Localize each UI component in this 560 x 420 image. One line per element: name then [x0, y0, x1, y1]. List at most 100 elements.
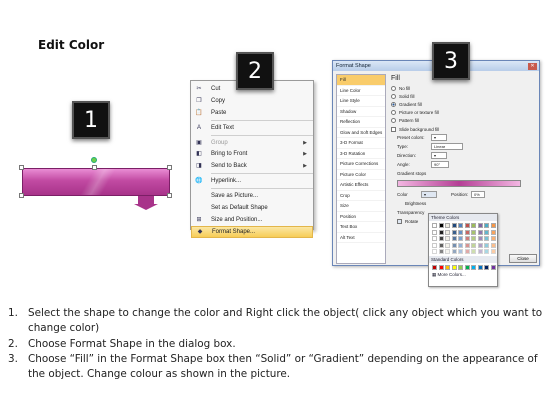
- color-swatch[interactable]: [451, 236, 457, 241]
- color-swatch[interactable]: [432, 236, 437, 241]
- color-swatch[interactable]: [458, 223, 463, 228]
- resize-handle[interactable]: [167, 165, 172, 170]
- nav-item[interactable]: Position: [337, 212, 385, 222]
- color-swatch[interactable]: [477, 242, 483, 248]
- color-swatch[interactable]: [438, 223, 444, 228]
- color-swatch[interactable]: [484, 242, 489, 248]
- position-input[interactable]: 0%: [471, 191, 485, 199]
- radio-selected-icon[interactable]: [391, 101, 396, 107]
- option-slide-bg-fill[interactable]: Slide background fill: [389, 125, 537, 133]
- color-swatch[interactable]: [490, 249, 496, 254]
- color-swatch[interactable]: [438, 242, 444, 248]
- color-swatch[interactable]: [458, 229, 463, 235]
- nav-item[interactable]: Reflection: [337, 117, 385, 128]
- color-swatch[interactable]: [451, 242, 457, 248]
- color-swatch[interactable]: [464, 236, 470, 241]
- option-picture-fill[interactable]: Picture or texture fill: [389, 109, 537, 117]
- radio-icon[interactable]: [391, 85, 396, 91]
- color-swatch[interactable]: [445, 229, 450, 235]
- nav-item[interactable]: 3-D Rotation: [337, 149, 385, 159]
- color-swatch[interactable]: [464, 265, 470, 270]
- color-swatch[interactable]: [477, 229, 483, 235]
- nav-item[interactable]: Glow and Soft Edges: [337, 128, 385, 138]
- color-swatch[interactable]: [451, 223, 457, 228]
- direction-dropdown[interactable]: ▾: [431, 152, 447, 160]
- menu-item-copy[interactable]: ❐ Copy: [191, 95, 313, 107]
- radio-icon[interactable]: [391, 118, 396, 124]
- shape-body[interactable]: [22, 168, 170, 196]
- angle-input[interactable]: 90°: [431, 161, 449, 169]
- color-swatch[interactable]: [484, 265, 489, 270]
- menu-item-send-back[interactable]: ◨ Send to Back ▶: [191, 160, 313, 172]
- nav-item[interactable]: Shadow: [337, 107, 385, 117]
- menu-item-save-picture[interactable]: Save as Picture...: [191, 190, 313, 202]
- color-swatch[interactable]: [445, 249, 450, 254]
- color-swatch[interactable]: [490, 242, 496, 248]
- radio-icon[interactable]: [391, 93, 396, 99]
- resize-handle[interactable]: [92, 165, 97, 170]
- option-pattern-fill[interactable]: Pattern fill: [389, 117, 537, 125]
- nav-item[interactable]: Alt Text: [337, 233, 385, 243]
- nav-item[interactable]: Picture Color: [337, 170, 385, 180]
- color-swatch[interactable]: [477, 236, 483, 241]
- color-swatch[interactable]: [490, 236, 496, 241]
- color-swatch[interactable]: [464, 223, 470, 228]
- color-swatch[interactable]: [477, 265, 483, 270]
- color-swatch[interactable]: [484, 236, 489, 241]
- resize-handle[interactable]: [167, 193, 172, 198]
- option-solid-fill[interactable]: Solid fill: [389, 92, 537, 100]
- nav-item[interactable]: Line Style: [337, 96, 385, 107]
- menu-item-paste[interactable]: 📋 Paste: [191, 107, 313, 119]
- color-swatch[interactable]: [445, 242, 450, 248]
- option-no-fill[interactable]: No fill: [389, 84, 537, 92]
- rotate-handle[interactable]: [91, 157, 97, 163]
- selected-shape[interactable]: [18, 157, 178, 210]
- color-swatch[interactable]: [471, 236, 476, 241]
- color-swatch[interactable]: [438, 265, 444, 270]
- color-swatch[interactable]: [471, 242, 476, 248]
- color-swatch[interactable]: [484, 249, 489, 254]
- color-swatch[interactable]: [477, 249, 483, 254]
- color-swatch[interactable]: [464, 249, 470, 254]
- color-swatch[interactable]: [451, 229, 457, 235]
- color-picker-button[interactable]: ▾: [421, 191, 437, 199]
- color-swatch[interactable]: [490, 265, 496, 270]
- color-swatch[interactable]: [451, 265, 457, 270]
- color-swatch[interactable]: [490, 229, 496, 235]
- resize-handle[interactable]: [19, 193, 24, 198]
- menu-item-hyperlink[interactable]: 🌐 Hyperlink...: [191, 175, 313, 187]
- color-swatch[interactable]: [471, 223, 476, 228]
- color-swatch[interactable]: [438, 249, 444, 254]
- nav-item[interactable]: Size: [337, 201, 385, 212]
- color-swatch[interactable]: [464, 229, 470, 235]
- menu-item-edit-text[interactable]: A Edit Text: [191, 122, 313, 134]
- color-swatch[interactable]: [464, 242, 470, 248]
- color-swatch[interactable]: [490, 223, 496, 228]
- preset-colors-dropdown[interactable]: ▾: [431, 134, 447, 142]
- color-swatch[interactable]: [471, 249, 476, 254]
- color-swatch[interactable]: [438, 236, 444, 241]
- color-swatch[interactable]: [458, 242, 463, 248]
- checkbox-checked-icon[interactable]: [397, 219, 402, 225]
- menu-item-format-shape[interactable]: ◆ Format Shape...: [191, 225, 313, 238]
- checkbox-icon[interactable]: [391, 126, 396, 132]
- color-swatch[interactable]: [477, 223, 483, 228]
- nav-item[interactable]: Artistic Effects: [337, 180, 385, 191]
- menu-item-bring-front[interactable]: ◧ Bring to Front ▶: [191, 148, 313, 160]
- color-swatch[interactable]: [484, 229, 489, 235]
- nav-item[interactable]: Picture Corrections: [337, 159, 385, 170]
- color-swatch[interactable]: [432, 249, 437, 254]
- type-select[interactable]: Linear: [431, 143, 463, 151]
- color-swatch[interactable]: [432, 223, 437, 228]
- color-swatch[interactable]: [458, 265, 463, 270]
- radio-icon[interactable]: [391, 110, 396, 116]
- color-swatch[interactable]: [445, 265, 450, 270]
- close-icon[interactable]: ✕: [528, 62, 537, 70]
- option-gradient-fill[interactable]: Gradient fill: [389, 100, 537, 108]
- nav-item[interactable]: Crop: [337, 191, 385, 201]
- nav-item[interactable]: 3-D Format: [337, 138, 385, 149]
- color-swatch[interactable]: [458, 249, 463, 254]
- color-swatch[interactable]: [451, 249, 457, 254]
- color-swatch[interactable]: [438, 229, 444, 235]
- resize-handle[interactable]: [19, 165, 24, 170]
